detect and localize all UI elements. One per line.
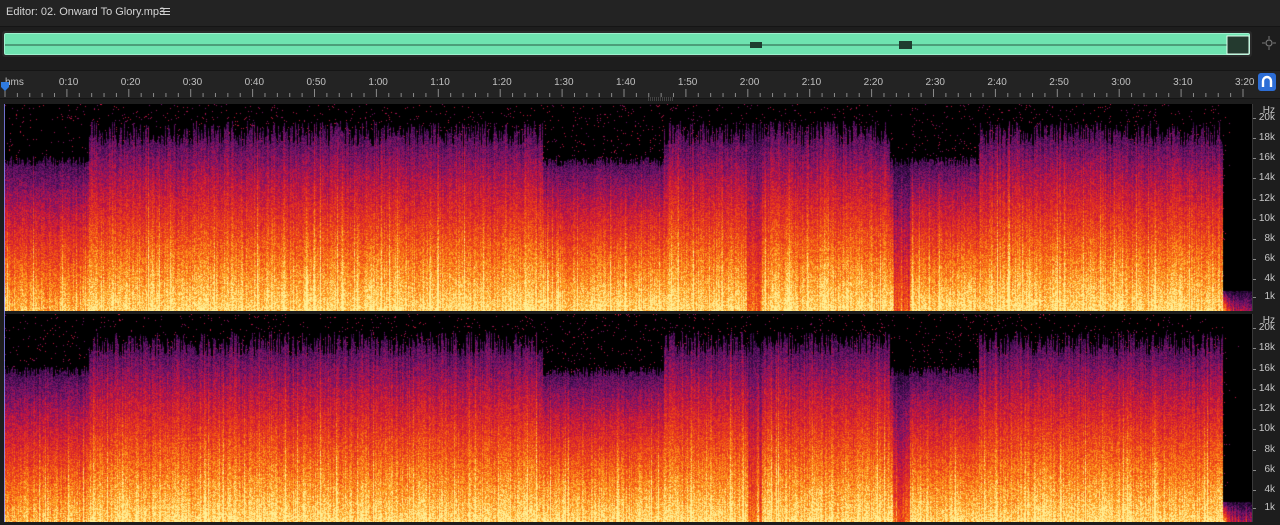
- playhead-marker-icon[interactable]: [0, 82, 10, 92]
- time-label: 2:20: [863, 77, 884, 88]
- frequency-tick: [1253, 348, 1256, 350]
- editor-panel-header: Editor: 02. Onward To Glory.mp3: [0, 0, 1280, 27]
- frequency-tick: [1253, 449, 1256, 451]
- time-label: 1:40: [616, 77, 636, 88]
- time-label: 0:50: [306, 77, 326, 88]
- zoom-navigator-icon[interactable]: [1262, 36, 1276, 50]
- frequency-tick: [1253, 490, 1256, 491]
- panel-resize-handle[interactable]: [648, 96, 674, 102]
- frequency-tick: [1253, 297, 1256, 298]
- overview-waveform-path: [5, 35, 1250, 55]
- time-label: 0:10: [58, 77, 79, 88]
- overview-navigator[interactable]: [2, 31, 1252, 57]
- frequency-tick: [1253, 328, 1256, 329]
- frequency-tick: [1253, 469, 1256, 471]
- frequency-label: 20k: [1258, 322, 1275, 333]
- frequency-label: 18k: [1258, 342, 1275, 354]
- time-label: 3:00: [1111, 77, 1131, 88]
- time-label: 0:20: [120, 77, 141, 88]
- spectrogram-right[interactable]: [4, 314, 1252, 522]
- frequency-label: 8k: [1264, 232, 1275, 244]
- frequency-label: 18k: [1258, 132, 1275, 144]
- frequency-scale-right: Hz 20k 18k 16k 14k 12k 10k 8k 6k 4k 1k: [1252, 314, 1280, 522]
- time-label: 1:10: [430, 77, 450, 88]
- frequency-tick: [1253, 238, 1256, 240]
- frequency-tick: [1253, 178, 1256, 180]
- frequency-tick: [1253, 118, 1256, 119]
- spectral-channel-left[interactable]: Hz 20k 18k 16k 14k 12k 10k 8k 6k 4k 1k: [0, 104, 1280, 311]
- frequency-label: 4k: [1264, 484, 1275, 495]
- frequency-tick: [1253, 368, 1256, 370]
- hamburger-menu-icon[interactable]: [160, 6, 170, 17]
- time-label: 2:00: [739, 77, 760, 88]
- frequency-tick: [1253, 279, 1256, 280]
- frequency-label: 8k: [1264, 443, 1275, 455]
- magnet-snap-icon[interactable]: [1258, 73, 1276, 91]
- frequency-label: 14k: [1258, 172, 1275, 184]
- spectrogram-left[interactable]: [4, 104, 1252, 311]
- frequency-label: 1k: [1264, 291, 1275, 302]
- time-label: 1:50: [677, 77, 698, 88]
- frequency-label: 10k: [1258, 212, 1275, 224]
- frequency-label: 16k: [1258, 152, 1275, 164]
- frequency-tick: [1253, 198, 1256, 200]
- time-label: 2:50: [1049, 77, 1069, 88]
- frequency-tick: [1253, 218, 1256, 220]
- frequency-label: 4k: [1264, 273, 1275, 284]
- frequency-label: 12k: [1258, 403, 1275, 414]
- frequency-tick: [1253, 158, 1256, 160]
- overview-waveform[interactable]: [4, 33, 1250, 55]
- frequency-label: 14k: [1258, 382, 1275, 394]
- frequency-tick: [1253, 388, 1256, 390]
- time-label: 0:30: [182, 77, 203, 88]
- time-label: 3:20: [1235, 77, 1255, 88]
- frequency-label: 10k: [1258, 423, 1275, 435]
- frequency-tick: [1253, 429, 1256, 431]
- time-label: 0:40: [244, 77, 265, 88]
- spectral-channel-right[interactable]: Hz 20k 18k 16k 14k 12k 10k 8k 6k 4k 1k: [0, 314, 1280, 522]
- time-label: 2:10: [801, 77, 822, 88]
- time-label: 1:00: [368, 77, 388, 88]
- time-ruler[interactable]: hms 0:10 0:20 0:30 0:40 0:50 1:00 1:10 1:20 1:30…: [0, 70, 1280, 99]
- time-label: 2:40: [987, 77, 1007, 88]
- time-label: 2:30: [925, 77, 945, 88]
- frequency-tick: [1253, 508, 1256, 509]
- frequency-label: 6k: [1264, 252, 1275, 264]
- frequency-label: 20k: [1258, 112, 1275, 123]
- frequency-label: 12k: [1258, 192, 1275, 204]
- time-label: 1:30: [554, 77, 574, 88]
- editor-title: Editor: 02. Onward To Glory.mp3: [6, 6, 166, 18]
- frequency-tick: [1253, 258, 1256, 260]
- frequency-label: 6k: [1264, 463, 1275, 475]
- time-label: 1:20: [492, 77, 512, 88]
- frequency-tick: [1253, 409, 1256, 410]
- frequency-scale-left: Hz 20k 18k 16k 14k 12k 10k 8k 6k 4k 1k: [1252, 104, 1280, 311]
- frequency-label: 1k: [1264, 502, 1275, 513]
- frequency-label: 16k: [1258, 362, 1275, 374]
- time-label: 3:10: [1173, 77, 1193, 88]
- frequency-tick: [1253, 138, 1256, 140]
- playhead-line[interactable]: [4, 104, 5, 522]
